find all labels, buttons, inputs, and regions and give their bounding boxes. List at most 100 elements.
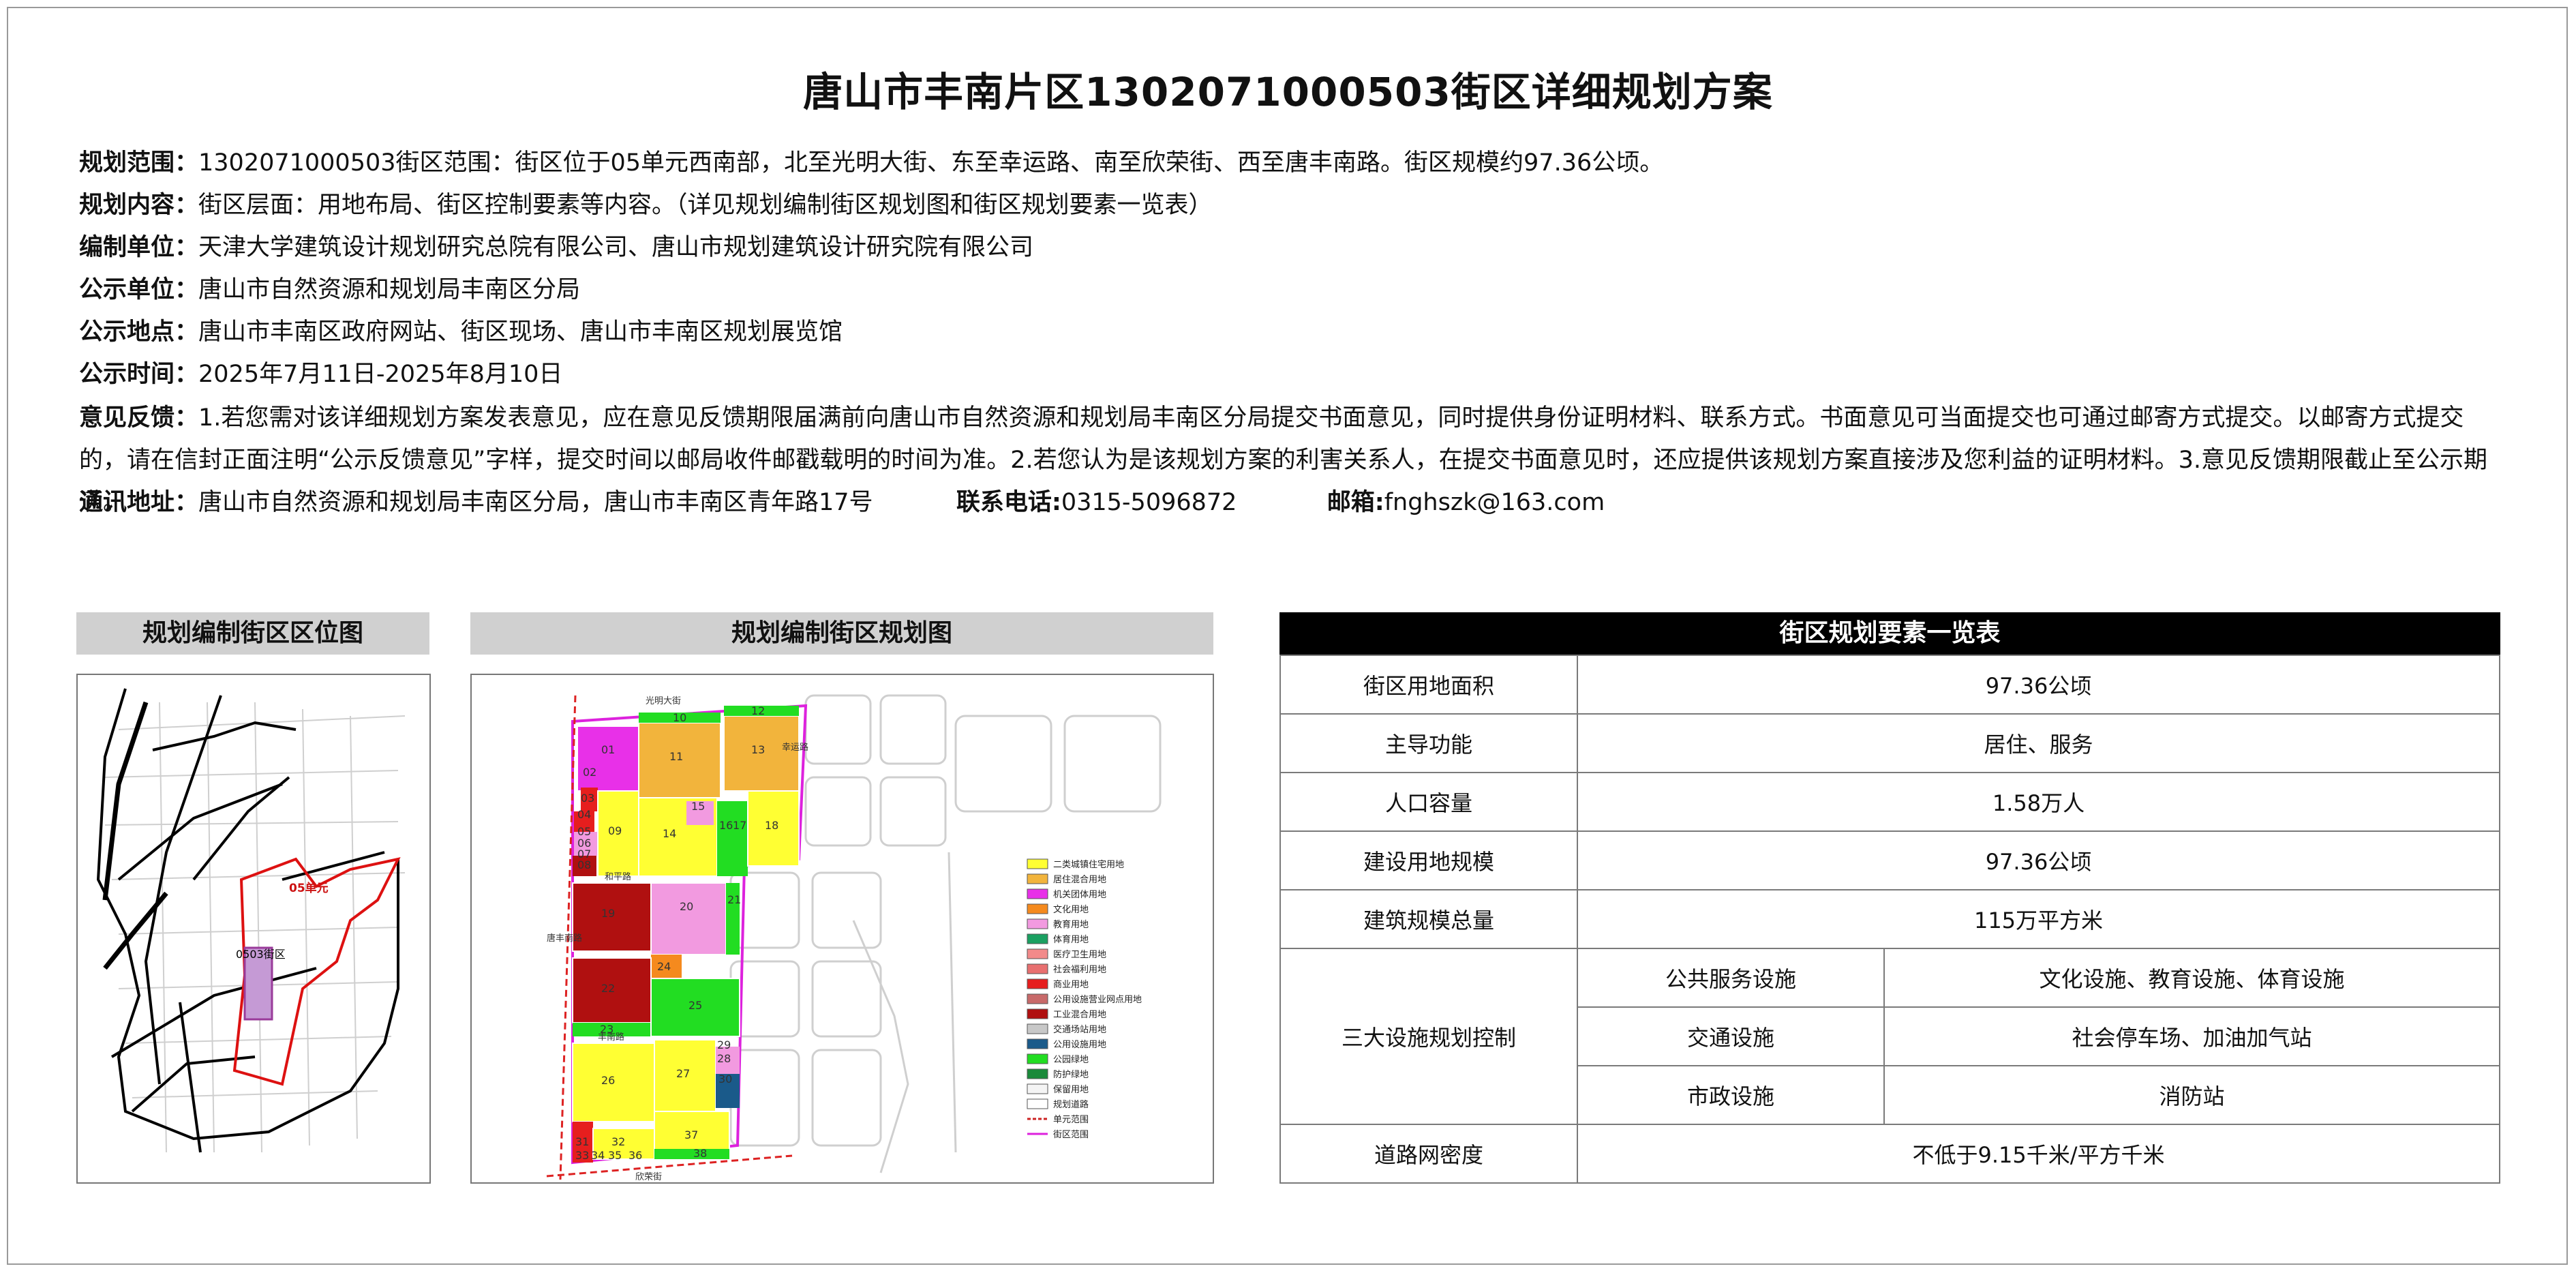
parcel-label: 01: [601, 743, 615, 756]
parcel-label: 22: [601, 982, 615, 995]
table-row: 人口容量 1.58万人: [1279, 772, 2500, 832]
parcel-label: 37: [684, 1128, 698, 1141]
row-value: 97.36公顷: [1577, 830, 2500, 890]
parcel-label: 13: [751, 743, 765, 756]
legend-label: 规划道路: [1053, 1099, 1089, 1110]
legend-label: 医疗卫生用地: [1053, 950, 1106, 960]
legend-swatch: [1027, 903, 1048, 914]
block-label: 0503街区: [236, 948, 286, 961]
parcel-label: 29: [717, 1038, 731, 1051]
parcel-label: 27: [676, 1067, 690, 1080]
location-map: 05单元 0503街区: [76, 674, 431, 1184]
parcel-label: 09: [608, 824, 622, 837]
parcel-label: 20: [680, 900, 693, 913]
row-label: 街区用地面积: [1279, 655, 1578, 715]
road-label: 和平路: [605, 871, 631, 882]
legend-swatch: [1027, 858, 1048, 869]
elements-table: 街区规划要素一览表 街区用地面积 97.36公顷 主导功能 居住、服务 人口容量…: [1279, 612, 2500, 1184]
parcel-label: 19: [601, 907, 615, 920]
legend-label: 居住混合用地: [1053, 875, 1106, 885]
feedback-label: 意见反馈：: [79, 404, 199, 432]
row-value: 97.36公顷: [1577, 655, 2500, 715]
road-label: 光明大街: [646, 696, 681, 706]
org-text: 天津大学建筑设计规划研究总院有限公司、唐山市规划建筑设计研究院有限公司: [198, 234, 1034, 261]
location-map-graphic: 05单元 0503街区: [96, 688, 406, 1153]
parcel-label: 35: [608, 1149, 622, 1162]
publisher-label: 公示单位：: [79, 276, 199, 303]
parcel-label: 24: [657, 960, 671, 973]
legend-label: 街区范围: [1053, 1130, 1089, 1140]
legend-swatch: [1027, 918, 1048, 929]
legend-swatch: [1027, 1038, 1048, 1049]
legend-swatch: [1027, 1098, 1048, 1109]
legend-swatch: [1027, 873, 1048, 884]
row-value: 1.58万人: [1577, 772, 2500, 832]
parcel-label: 16: [719, 819, 733, 832]
parcel-label: 32: [611, 1135, 625, 1148]
legend-label: 保留用地: [1053, 1085, 1089, 1095]
facility-label: 市政设施: [1577, 1065, 1885, 1125]
row-label: 道路网密度: [1279, 1124, 1578, 1184]
legend-label: 商业用地: [1053, 980, 1089, 990]
plan-legend: 二类城镇住宅用地居住混合用地机关团体用地文化用地教育用地体育用地医疗卫生用地社会…: [1027, 858, 1142, 1140]
legend-swatch: [1027, 1008, 1048, 1019]
row-label: 建设用地规模: [1279, 830, 1578, 890]
legend-swatch: [1027, 993, 1048, 1004]
parcel-label: 08: [577, 858, 591, 871]
address-label: 通讯地址：: [79, 489, 199, 516]
facility-label: 交通设施: [1577, 1006, 1885, 1066]
table-row: 建设用地规模 97.36公顷: [1279, 830, 2500, 890]
parcel-label: 33: [575, 1149, 589, 1162]
phone-label: 联系电话:: [956, 489, 1061, 516]
unit-label: 05单元: [289, 881, 329, 895]
parcel-label: 25: [688, 999, 702, 1012]
time-label: 公示时间：: [79, 361, 199, 388]
legend-label: 公园绿地: [1053, 1055, 1089, 1065]
location-text: 唐山市丰南区政府网站、街区现场、唐山市丰南区规划展览馆: [198, 318, 843, 346]
time-line: 公示时间：2025年7月11日-2025年8月10日: [79, 360, 562, 389]
legend-label: 文化用地: [1053, 905, 1089, 915]
legend-label: 交通场站用地: [1053, 1024, 1106, 1035]
plan-map: 01 02 03 04 05 06 07 08 09 10 11 12 13 1…: [470, 674, 1214, 1184]
legend-swatch: [1027, 888, 1048, 899]
parcel-label: 18: [765, 819, 778, 832]
content-text: 街区层面：用地布局、街区控制要素等内容。（详见规划编制街区规划图和街区规划要素一…: [198, 192, 1213, 219]
row-value: 不低于9.15千米/平方千米: [1577, 1124, 2500, 1184]
phone-text: 0315-5096872: [1061, 489, 1237, 516]
table-row: 建筑规模总量 115万平方米: [1279, 889, 2500, 949]
legend-label: 单元范围: [1053, 1115, 1089, 1125]
address-text: 唐山市自然资源和规划局丰南区分局，唐山市丰南区青年路17号: [198, 489, 873, 516]
org-line: 编制单位：天津大学建筑设计规划研究总院有限公司、唐山市规划建筑设计研究院有限公司: [79, 233, 1033, 262]
legend-label: 二类城镇住宅用地: [1053, 860, 1124, 870]
parcel-label: 34: [591, 1149, 605, 1162]
location-label: 公示地点：: [79, 318, 199, 346]
parcel-label: 03: [581, 792, 594, 805]
contact-line: 通讯地址：唐山市自然资源和规划局丰南区分局，唐山市丰南区青年路17号 联系电话:…: [79, 488, 1605, 517]
legend-swatch: [1027, 1083, 1048, 1094]
row-label: 主导功能: [1279, 713, 1578, 773]
parcel-label: 14: [663, 827, 676, 840]
parcel-label: 02: [583, 766, 596, 779]
page-title: 唐山市丰南片区1302071000503街区详细规划方案: [803, 69, 1773, 115]
legend-label: 公用设施营业网点用地: [1053, 995, 1142, 1005]
facility-label: 公共服务设施: [1577, 948, 1885, 1008]
legend-swatch: [1027, 1023, 1048, 1034]
row-label: 建筑规模总量: [1279, 889, 1578, 949]
time-text: 2025年7月11日-2025年8月10日: [198, 361, 563, 388]
publisher-line: 公示单位：唐山市自然资源和规划局丰南区分局: [79, 275, 580, 304]
scope-line: 规划范围：1302071000503街区范围：街区位于05单元西南部，北至光明大…: [79, 149, 1663, 177]
legend-swatch: [1027, 933, 1048, 944]
legend-swatch: [1027, 1068, 1048, 1079]
plan-map-graphic: 01 02 03 04 05 06 07 08 09 10 11 12 13 1…: [546, 694, 1162, 1182]
publisher-text: 唐山市自然资源和规划局丰南区分局: [198, 276, 581, 303]
parcel-label: 30: [718, 1073, 732, 1085]
table-row: 道路网密度 不低于9.15千米/平方千米: [1279, 1124, 2500, 1184]
parcel-label: 17: [733, 819, 746, 832]
road-label: 丰南路: [598, 1032, 624, 1043]
legend-label: 公用设施用地: [1053, 1040, 1106, 1050]
parcel-label: 15: [691, 800, 705, 813]
table-row: 街区用地面积 97.36公顷: [1279, 655, 2500, 715]
road-label: 欣荣街: [635, 1172, 662, 1182]
facility-value: 消防站: [1883, 1065, 2500, 1125]
facility-group-label: 三大设施规划控制: [1279, 948, 1578, 1125]
